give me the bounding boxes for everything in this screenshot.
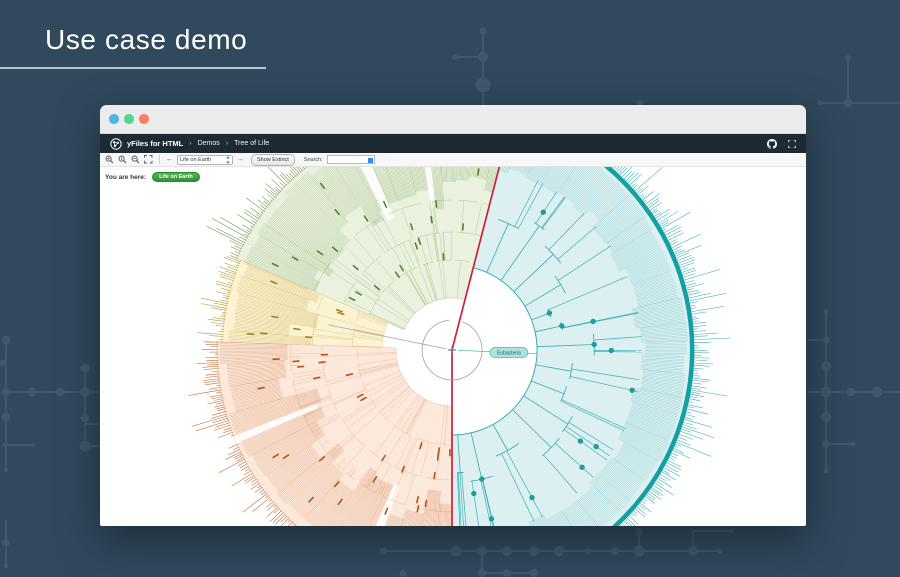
- graph-canvas[interactable]: Eubacteria You are here: Life on Earth: [100, 167, 806, 526]
- browser-window: yFiles for HTML › Demos › Tree of Life: [100, 105, 806, 526]
- search-input-icon: [368, 158, 373, 163]
- github-icon[interactable]: [767, 139, 777, 149]
- molecule-group: [806, 310, 900, 474]
- brand-title[interactable]: yFiles for HTML: [127, 139, 183, 148]
- zoom-in-icon[interactable]: [105, 155, 114, 164]
- demo-toolbar: ← Life on Earth → Show Extinct Search:: [100, 153, 806, 167]
- back-arrow-button[interactable]: ←: [166, 155, 173, 164]
- zoom-original-icon[interactable]: [118, 155, 127, 164]
- dropdown-stepper-icon: [226, 156, 230, 164]
- zoom-out-icon[interactable]: [131, 155, 140, 164]
- current-node-badge[interactable]: Life on Earth: [152, 172, 200, 182]
- molecule-group: [452, 28, 491, 107]
- forward-arrow-button[interactable]: →: [237, 155, 244, 164]
- sector-teal-right: [452, 167, 731, 526]
- page-title: Use case demo: [45, 24, 247, 56]
- molecule-group: [380, 528, 734, 577]
- breadcrumb-chevron: ›: [189, 140, 191, 147]
- window-titlebar: [100, 105, 806, 134]
- yfiles-logo-icon: [110, 138, 122, 150]
- molecule-group: [0, 336, 101, 473]
- fit-content-icon[interactable]: [144, 155, 153, 164]
- fullscreen-icon[interactable]: [788, 140, 796, 148]
- sector-orange-lower-left: [188, 342, 452, 526]
- traffic-light-close[interactable]: [109, 114, 119, 124]
- molecule-group: [3, 520, 10, 569]
- page: { "page": { "title": "Use case demo", "b…: [0, 0, 900, 577]
- molecule-group: [637, 55, 900, 108]
- tree-of-life-chart[interactable]: Eubacteria: [100, 167, 806, 526]
- breadcrumb-chevron: ›: [226, 140, 228, 147]
- subtree-dropdown[interactable]: Life on Earth: [177, 155, 233, 165]
- traffic-light-minimize[interactable]: [124, 114, 134, 124]
- search-input-wrapper: [327, 155, 375, 164]
- show-extinct-button[interactable]: Show Extinct: [251, 154, 295, 166]
- title-underline: [0, 67, 266, 69]
- svg-text:Eubacteria: Eubacteria: [497, 350, 521, 356]
- toolbar-separator: [159, 155, 160, 164]
- traffic-light-zoom[interactable]: [139, 114, 149, 124]
- subtree-dropdown-value: Life on Earth: [180, 157, 211, 163]
- search-label: Search:: [304, 157, 323, 163]
- breadcrumb-demos[interactable]: Demos: [198, 140, 220, 147]
- center-node-label[interactable]: Eubacteria: [458, 348, 537, 358]
- you-are-here-label: You are here:: [105, 174, 146, 181]
- demo-header: yFiles for HTML › Demos › Tree of Life: [100, 134, 806, 153]
- breadcrumb-tree-of-life[interactable]: Tree of Life: [234, 140, 269, 147]
- status-row: You are here: Life on Earth: [105, 172, 200, 182]
